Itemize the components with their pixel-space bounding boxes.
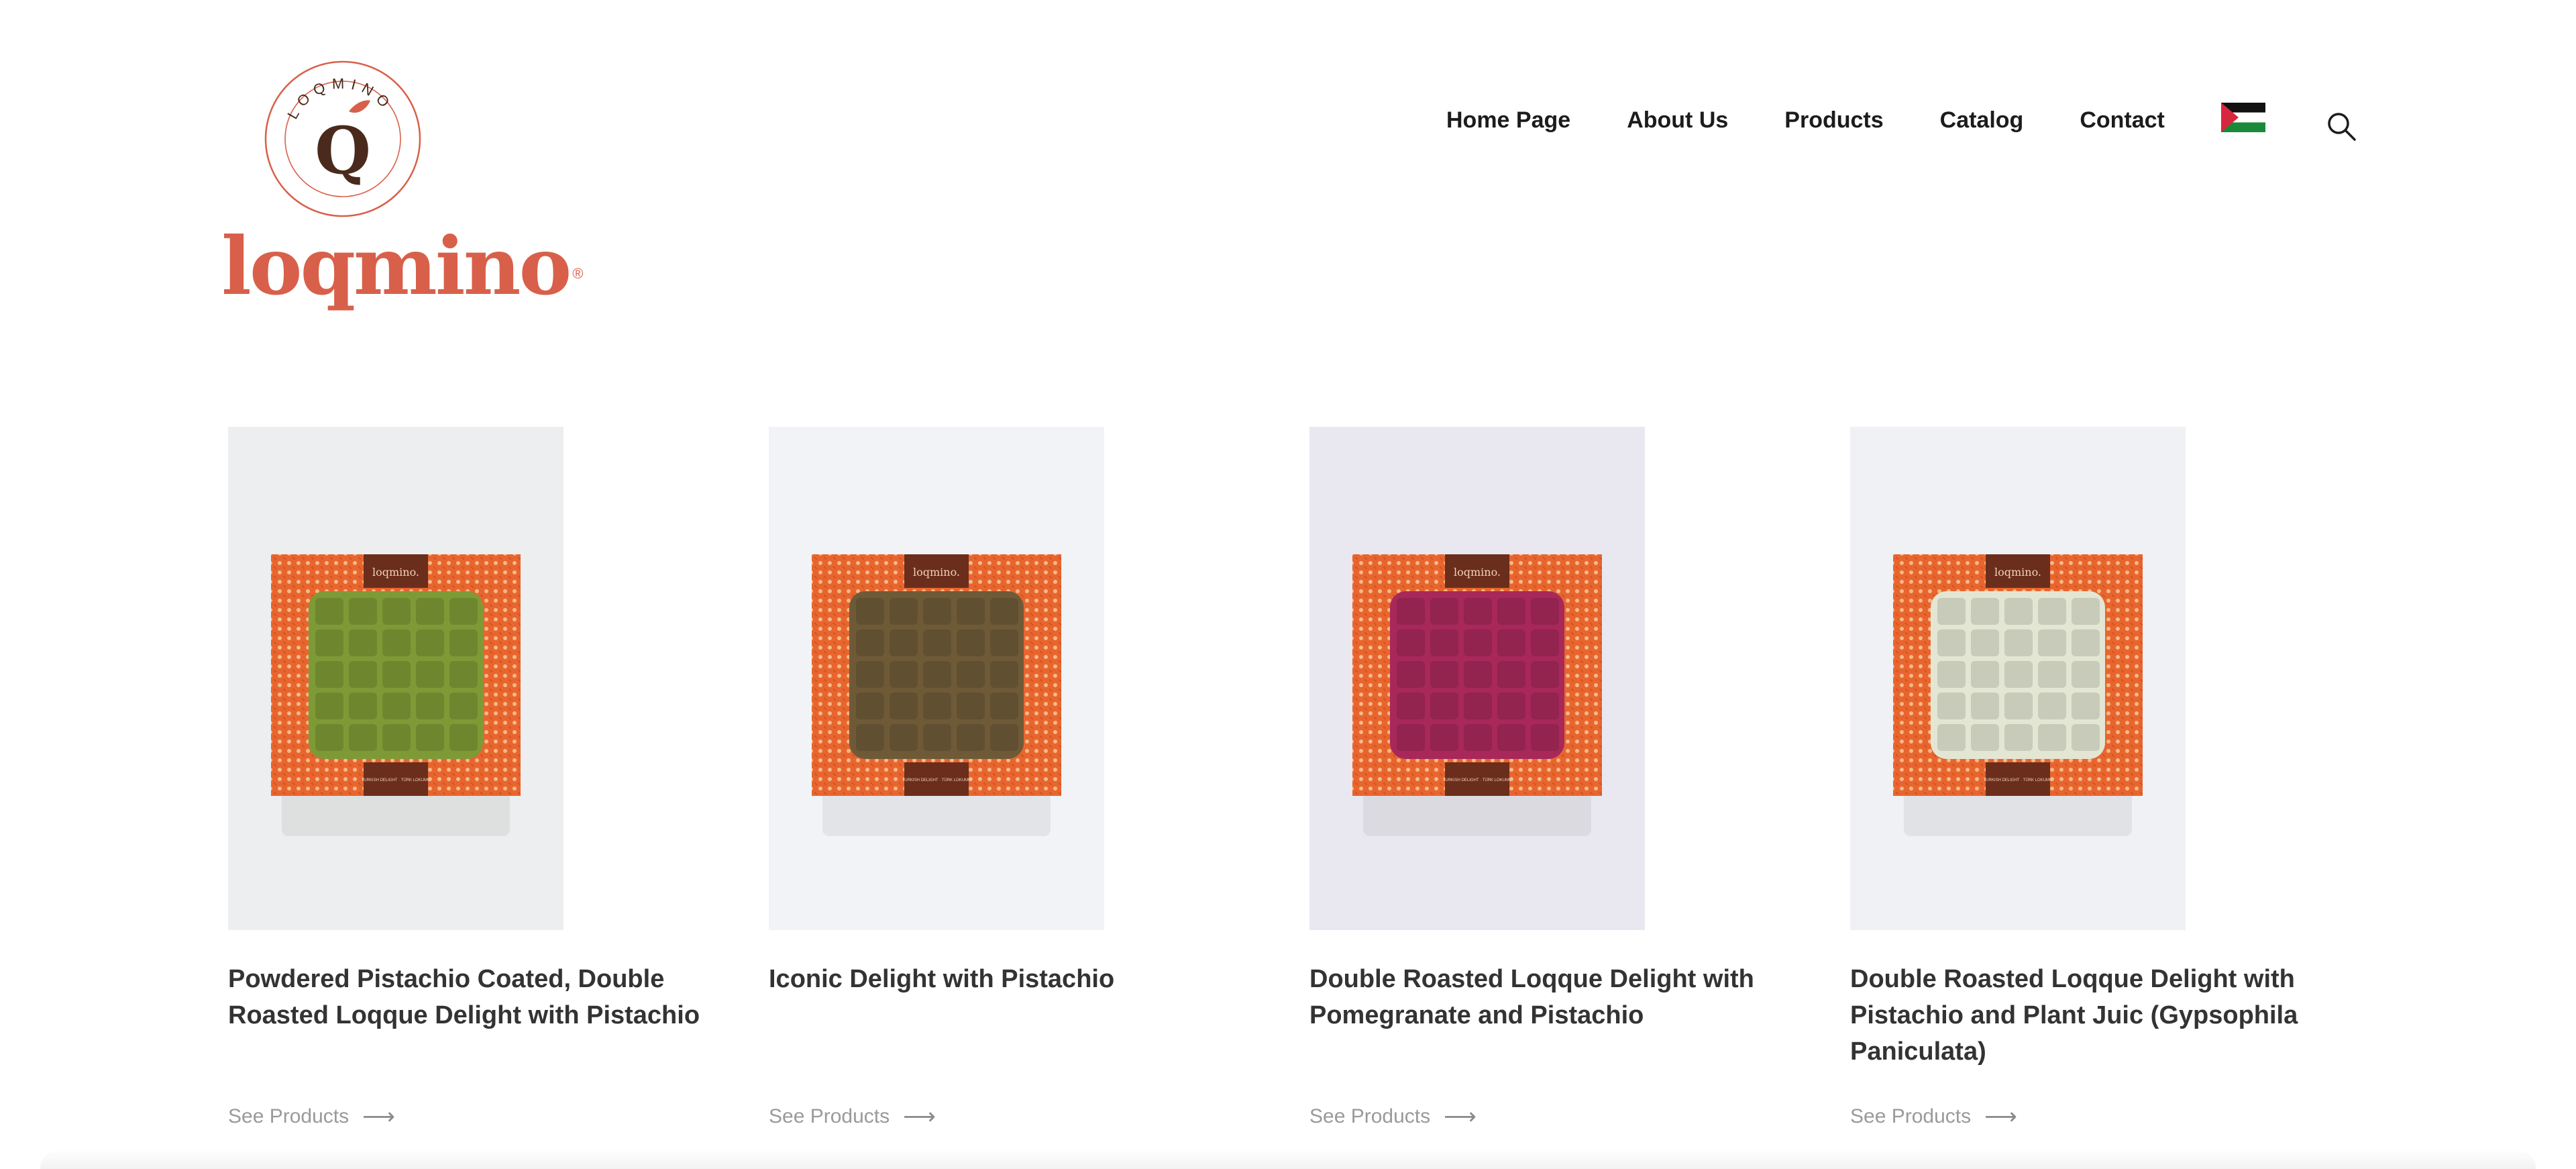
search-icon[interactable]: [2325, 110, 2357, 142]
svg-text:loqmino.: loqmino.: [1454, 566, 1501, 578]
svg-text:loqmino.: loqmino.: [913, 566, 960, 578]
product-card: loqmino. TURKISH DELIGHT · TÜRK LOKUMU Ic…: [769, 427, 1252, 1138]
nav-catalog[interactable]: Catalog: [1940, 107, 2024, 134]
see-products-link[interactable]: See Products ⟶: [1309, 1103, 1477, 1130]
product-title[interactable]: Double Roasted Loqque Delight with Pista…: [1850, 961, 2347, 1070]
see-products-label: See Products: [228, 1105, 350, 1127]
arrow-right-icon: ⟶: [903, 1104, 936, 1129]
product-title[interactable]: Iconic Delight with Pistachio: [769, 961, 1265, 997]
svg-text:TURKISH DELIGHT · TÜRK LOKUMU: TURKISH DELIGHT · TÜRK LOKUMU: [362, 778, 431, 782]
svg-text:loqmino.: loqmino.: [1994, 566, 2041, 578]
product-title[interactable]: Powdered Pistachio Coated, Double Roaste…: [228, 961, 724, 1033]
product-image[interactable]: loqmino. TURKISH DELIGHT · TÜRK LOKUMU: [1309, 427, 1645, 930]
svg-text:TURKISH DELIGHT · TÜRK LOKUMU: TURKISH DELIGHT · TÜRK LOKUMU: [1443, 778, 1512, 782]
brand-name: loqmino: [221, 219, 572, 313]
nav-contact[interactable]: Contact: [2080, 107, 2165, 134]
main-nav: Home Page About Us Products Catalog Cont…: [1446, 102, 2265, 134]
nav-about[interactable]: About Us: [1627, 107, 1728, 134]
see-products-label: See Products: [1850, 1105, 1972, 1127]
product-image[interactable]: loqmino. TURKISH DELIGHT · TÜRK LOKUMU: [228, 427, 564, 930]
product-box-illustration: loqmino. TURKISH DELIGHT · TÜRK LOKUMU: [1309, 427, 1645, 930]
see-products-link[interactable]: See Products ⟶: [1850, 1103, 2017, 1130]
product-box-illustration: loqmino. TURKISH DELIGHT · TÜRK LOKUMU: [228, 427, 564, 930]
see-products-link[interactable]: See Products ⟶: [769, 1103, 936, 1130]
product-image[interactable]: loqmino. TURKISH DELIGHT · TÜRK LOKUMU: [1850, 427, 2186, 930]
nav-products[interactable]: Products: [1784, 107, 1883, 134]
svg-text:loqmino.: loqmino.: [372, 566, 419, 578]
palestine-flag-icon[interactable]: [2220, 102, 2265, 132]
product-title[interactable]: Double Roasted Loqque Delight with Pomeg…: [1309, 961, 1806, 1033]
product-box-illustration: loqmino. TURKISH DELIGHT · TÜRK LOKUMU: [769, 427, 1104, 930]
logo-wordmark: loqmino ®: [221, 227, 583, 306]
product-grid: loqmino. TURKISH DELIGHT · TÜRK LOKUMU Po…: [228, 427, 2375, 1138]
logo-emblem-icon: LOQMINO Q: [264, 60, 421, 217]
see-products-label: See Products: [1309, 1105, 1431, 1127]
registered-mark: ®: [572, 264, 584, 282]
arrow-right-icon: ⟶: [1984, 1104, 2017, 1129]
see-products-link[interactable]: See Products ⟶: [228, 1103, 395, 1130]
arrow-right-icon: ⟶: [362, 1104, 395, 1129]
see-products-label: See Products: [769, 1105, 890, 1127]
emblem-letter: Q: [315, 113, 371, 189]
product-image[interactable]: loqmino. TURKISH DELIGHT · TÜRK LOKUMU: [769, 427, 1104, 930]
nav-home[interactable]: Home Page: [1446, 107, 1570, 134]
arrow-right-icon: ⟶: [1444, 1104, 1477, 1129]
product-card: loqmino. TURKISH DELIGHT · TÜRK LOKUMU Po…: [228, 427, 711, 1138]
product-card: loqmino. TURKISH DELIGHT · TÜRK LOKUMU Do…: [1850, 427, 2333, 1138]
product-box-illustration: loqmino. TURKISH DELIGHT · TÜRK LOKUMU: [1850, 427, 2186, 930]
svg-text:TURKISH DELIGHT · TÜRK LOKUMU: TURKISH DELIGHT · TÜRK LOKUMU: [1984, 778, 2053, 782]
product-card: loqmino. TURKISH DELIGHT · TÜRK LOKUMU Do…: [1309, 427, 1792, 1138]
site-logo[interactable]: LOQMINO Q loqmino ®: [221, 59, 583, 321]
svg-text:TURKISH DELIGHT · TÜRK LOKUMU: TURKISH DELIGHT · TÜRK LOKUMU: [902, 778, 971, 782]
